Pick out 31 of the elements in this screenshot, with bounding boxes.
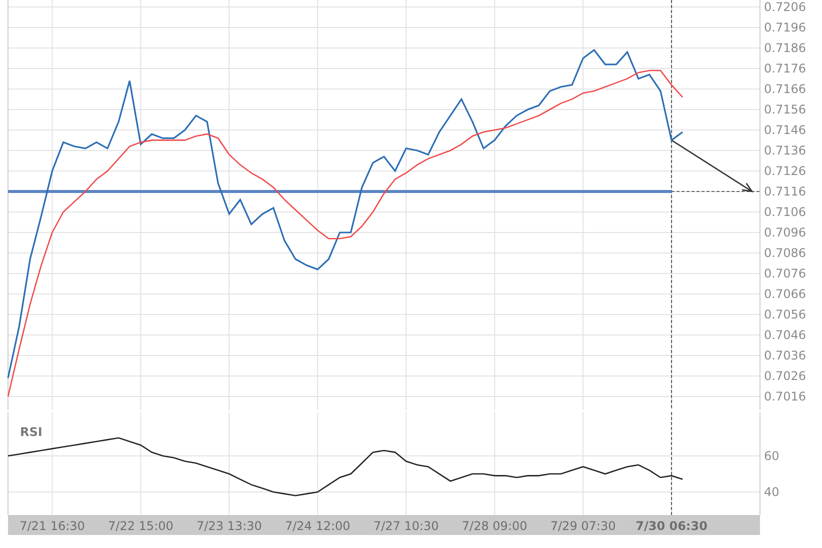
axis-label: 40 — [764, 484, 780, 499]
axis-label: 0.7046 — [764, 328, 806, 342]
axis-label: 7/21 16:30 — [20, 519, 85, 533]
chart-title: RSI — [20, 425, 42, 439]
axis-label: 0.7076 — [764, 266, 806, 280]
axis-label: 7/30 06:30 — [636, 519, 708, 533]
axis-label: 0.7156 — [764, 102, 806, 116]
axis-label: 0.7016 — [764, 389, 806, 404]
axis-label: 0.7096 — [764, 225, 806, 240]
axis-label: 60 — [764, 448, 780, 463]
axis-label: 0.7026 — [764, 368, 806, 383]
axis-label: 0.7186 — [764, 40, 806, 55]
axis-label: 0.7136 — [764, 143, 806, 158]
axis-label: 0.7066 — [764, 286, 806, 301]
axis-label: 7/24 12:00 — [284, 519, 350, 533]
axis-label: 0.7176 — [764, 61, 806, 76]
axis-label: 0.7056 — [764, 307, 806, 322]
axis-label: 0.7166 — [764, 82, 806, 96]
axis-label: 7/28 09:00 — [462, 519, 528, 533]
axis-label: 0.7106 — [764, 204, 806, 219]
axis-label: 7/29 07:30 — [550, 519, 616, 533]
axis-label: 0.7036 — [764, 348, 806, 362]
axis-label: 0.7086 — [764, 246, 806, 260]
axis-label: 0.7126 — [764, 164, 806, 178]
axis-label: 7/22 15:00 — [108, 519, 174, 533]
axis-label: 0.7146 — [764, 122, 806, 137]
axis-label: 0.7206 — [764, 0, 806, 14]
axis-label: 0.7196 — [764, 20, 806, 34]
axis-label: 7/27 10:30 — [373, 519, 439, 533]
axis-label: 0.7116 — [764, 184, 806, 198]
axis-label: 7/23 13:30 — [196, 519, 262, 533]
